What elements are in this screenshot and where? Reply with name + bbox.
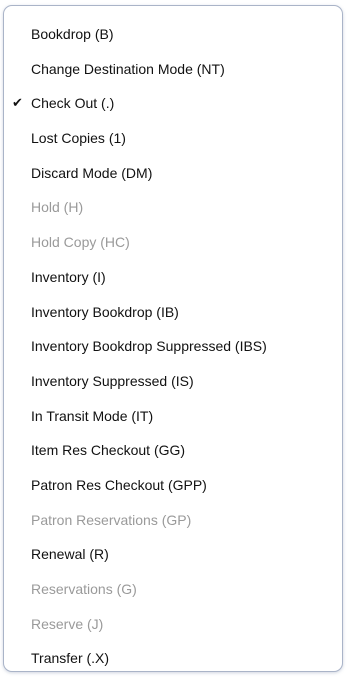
menu-item-label: Transfer (.X) xyxy=(31,650,110,667)
menu-item-hold: Hold (H) xyxy=(4,190,342,225)
menu-item-label: Reserve (J) xyxy=(31,615,104,632)
menu-item-inventory-bookdrop[interactable]: Inventory Bookdrop (IB) xyxy=(4,295,342,330)
menu-item-check-out[interactable]: ✔ Check Out (.) xyxy=(4,86,342,121)
menu-item-in-transit-mode[interactable]: In Transit Mode (IT) xyxy=(4,399,342,434)
menu-item-label: Patron Res Checkout (GPP) xyxy=(31,476,207,493)
menu-item-inventory-suppressed[interactable]: Inventory Suppressed (IS) xyxy=(4,364,342,399)
menu-item-label: Hold Copy (HC) xyxy=(31,234,130,251)
menu-item-label: Lost Copies (1) xyxy=(31,130,126,147)
menu-item-reserve: Reserve (J) xyxy=(4,607,342,642)
menu-item-label: Hold (H) xyxy=(31,199,84,216)
menu-item-label: Renewal (R) xyxy=(31,546,109,563)
menu-item-item-res-checkout[interactable]: Item Res Checkout (GG) xyxy=(4,433,342,468)
menu-item-label: Change Destination Mode (NT) xyxy=(31,60,225,77)
menu-item-bookdrop[interactable]: Bookdrop (B) xyxy=(4,17,342,52)
menu-item-patron-reservations: Patron Reservations (GP) xyxy=(4,503,342,538)
menu-item-discard-mode[interactable]: Discard Mode (DM) xyxy=(4,156,342,191)
menu-item-label: Discard Mode (DM) xyxy=(31,164,153,181)
menu-item-hold-copy: Hold Copy (HC) xyxy=(4,225,342,260)
menu-item-inventory-bookdrop-suppressed[interactable]: Inventory Bookdrop Suppressed (IBS) xyxy=(4,329,342,364)
menu-item-patron-res-checkout[interactable]: Patron Res Checkout (GPP) xyxy=(4,468,342,503)
menu-item-change-destination-mode[interactable]: Change Destination Mode (NT) xyxy=(4,52,342,87)
menu-item-label: In Transit Mode (IT) xyxy=(31,407,154,424)
menu-item-reservations: Reservations (G) xyxy=(4,572,342,607)
menu-item-label: Item Res Checkout (GG) xyxy=(31,442,186,459)
menu-item-transfer[interactable]: Transfer (.X) xyxy=(4,641,342,676)
menu-item-label: Inventory (I) xyxy=(31,268,106,285)
checkmark-icon: ✔ xyxy=(12,95,23,111)
menu-item-label: Reservations (G) xyxy=(31,581,137,597)
menu-item-inventory[interactable]: Inventory (I) xyxy=(4,260,342,295)
mode-dropdown-menu: Bookdrop (B) Change Destination Mode (NT… xyxy=(3,5,343,672)
menu-item-label: Patron Reservations (GP) xyxy=(31,511,192,528)
menu-item-label: Inventory Suppressed (IS) xyxy=(31,372,194,389)
menu-item-label: Bookdrop (B) xyxy=(31,26,114,42)
menu-item-lost-copies[interactable]: Lost Copies (1) xyxy=(4,121,342,156)
menu-item-renewal[interactable]: Renewal (R) xyxy=(4,537,342,572)
menu-item-label: Inventory Bookdrop Suppressed (IBS) xyxy=(31,338,267,355)
menu-item-label: Inventory Bookdrop (IB) xyxy=(31,303,179,320)
menu-item-label: Check Out (.) xyxy=(31,95,115,112)
